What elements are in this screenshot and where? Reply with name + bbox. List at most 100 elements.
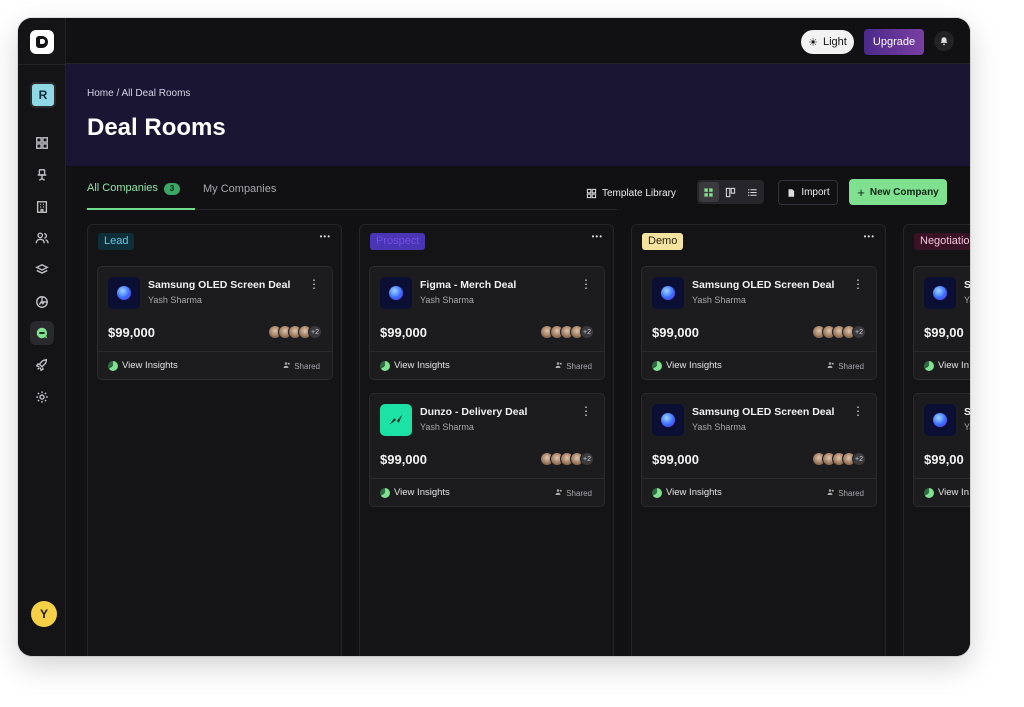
file-icon: [788, 188, 795, 197]
kebab-menu-icon[interactable]: ⋮: [308, 277, 320, 291]
view-toggle: [697, 180, 764, 204]
more-icon[interactable]: •••: [864, 232, 875, 241]
card-divider: [642, 351, 876, 352]
view-insights-label: View Insights: [666, 487, 722, 498]
card-divider: [370, 478, 604, 479]
import-label: Import: [801, 187, 830, 198]
view-insights-link[interactable]: View Insights: [652, 487, 722, 498]
deal-owner: Ya: [964, 295, 970, 305]
deal-name: Dunzo - Delivery Deal: [420, 406, 528, 418]
deal-owner: Yash Sharma: [692, 422, 746, 432]
layers-icon[interactable]: [30, 258, 54, 282]
view-insights-link[interactable]: View In: [924, 487, 969, 498]
kanban-column: Lead ••• Samsung OLED Screen Deal Yash Shar…: [87, 224, 342, 656]
deal-amount: $99,000: [652, 452, 699, 467]
dunzo-logo-icon: [380, 404, 412, 436]
card-divider: [914, 478, 970, 479]
view-insights-label: View Insights: [122, 360, 178, 371]
dashboard-icon[interactable]: [30, 131, 54, 155]
deal-owner: Yash Sharma: [420, 422, 474, 432]
template-library-label: Template Library: [602, 187, 676, 199]
chart-icon[interactable]: [30, 290, 54, 314]
kebab-menu-icon[interactable]: ⋮: [852, 404, 864, 418]
breadcrumb: Home / All Deal Rooms: [87, 88, 190, 99]
new-company-button[interactable]: + New Company: [849, 179, 947, 205]
board-view-icon[interactable]: [721, 182, 741, 202]
users-icon: [283, 361, 291, 371]
theme-toggle-button[interactable]: ☀ Light: [801, 30, 854, 54]
view-insights-link[interactable]: View Insights: [380, 487, 450, 498]
avatar-stack: +2: [540, 452, 594, 466]
deal-card[interactable]: Samsung OLED Screen Deal Yash Sharma ⋮ $99,…: [641, 393, 877, 507]
bell-icon[interactable]: [934, 31, 954, 51]
kebab-menu-icon[interactable]: ⋮: [580, 404, 592, 418]
users-icon: [827, 488, 835, 498]
card-divider: [914, 351, 970, 352]
card-divider: [642, 478, 876, 479]
grid-view-icon[interactable]: [699, 182, 719, 202]
tab-my-companies[interactable]: My Companies: [203, 183, 276, 195]
shared-status: Shared: [827, 361, 864, 371]
app-logo[interactable]: [30, 30, 54, 54]
view-insights-link[interactable]: View Insights: [108, 360, 178, 371]
sun-icon: ☀: [808, 36, 818, 49]
shared-status: Shared: [827, 488, 864, 498]
kebab-menu-icon[interactable]: ⋮: [852, 277, 864, 291]
avatar-stack: +2: [268, 325, 322, 339]
count-badge: 3: [163, 183, 180, 195]
deal-name: Samsung OLED Screen Deal: [692, 406, 835, 418]
kebab-menu-icon[interactable]: ⋮: [580, 277, 592, 291]
breadcrumb-current: All Deal Rooms: [121, 88, 191, 99]
view-insights-label: View Insights: [394, 360, 450, 371]
user-avatar[interactable]: Y: [31, 601, 57, 627]
column-label: Prospect: [370, 233, 426, 250]
deal-card[interactable]: SaYa⋮$99,00View In: [913, 266, 970, 380]
upgrade-button[interactable]: Upgrade: [864, 29, 924, 55]
building-icon[interactable]: [30, 195, 54, 219]
deal-name: Samsung OLED Screen Deal: [692, 279, 835, 291]
view-insights-label: View In: [938, 360, 969, 371]
template-library-button[interactable]: Template Library: [586, 182, 676, 204]
more-icon[interactable]: •••: [320, 232, 331, 241]
insights-icon: [924, 487, 934, 498]
view-insights-link[interactable]: View In: [924, 360, 969, 371]
more-icon[interactable]: •••: [592, 232, 603, 241]
kanban-column: Negotiatio•••SaYa⋮$99,00View InSaYa⋮$99,…: [903, 224, 970, 656]
theme-label: Light: [823, 36, 847, 48]
kanban-column: Prospect ••• Figma - Merch Deal Yash Sharma…: [359, 224, 614, 656]
shared-label: Shared: [566, 361, 592, 371]
view-insights-link[interactable]: View Insights: [652, 360, 722, 371]
import-button[interactable]: Import: [778, 180, 838, 205]
new-company-label: New Company: [869, 186, 939, 198]
deal-rooms-icon[interactable]: [30, 321, 54, 345]
deal-card[interactable]: Dunzo - Delivery Deal Yash Sharma ⋮ $99,000…: [369, 393, 605, 507]
deal-amount: $99,000: [652, 325, 699, 340]
column-label: Negotiatio: [914, 233, 970, 250]
users-icon[interactable]: [30, 226, 54, 250]
users-icon: [555, 361, 563, 371]
shared-label: Shared: [566, 488, 592, 498]
rocket-icon[interactable]: [30, 353, 54, 377]
page-header: Home / All Deal Rooms Deal Rooms: [66, 64, 970, 166]
card-divider: [370, 351, 604, 352]
workspace-avatar[interactable]: R: [30, 82, 56, 108]
tab-all-label: All Companies: [87, 182, 158, 194]
deal-card[interactable]: Samsung OLED Screen Deal Yash Sharma ⋮ $99,…: [97, 266, 333, 380]
column-label: Lead: [98, 233, 135, 250]
shared-status: Shared: [555, 361, 592, 371]
deal-amount: $99,00: [924, 325, 964, 340]
deal-owner: Yash Sharma: [420, 295, 474, 305]
deal-card[interactable]: SaYa⋮$99,00View In: [913, 393, 970, 507]
breadcrumb-home[interactable]: Home: [87, 88, 114, 99]
insights-icon: [108, 360, 118, 371]
settings-icon[interactable]: [30, 385, 54, 409]
tab-all-companies[interactable]: All Companies 3: [87, 182, 180, 209]
deal-card[interactable]: Figma - Merch Deal Yash Sharma ⋮ $99,000 +2 V…: [369, 266, 605, 380]
shared-label: Shared: [838, 361, 864, 371]
chair-icon[interactable]: [30, 163, 54, 187]
list-view-icon[interactable]: [742, 182, 762, 202]
deal-card[interactable]: Samsung OLED Screen Deal Yash Sharma ⋮ $99,…: [641, 266, 877, 380]
shared-status: Shared: [283, 361, 320, 371]
view-insights-label: View Insights: [394, 487, 450, 498]
view-insights-link[interactable]: View Insights: [380, 360, 450, 371]
